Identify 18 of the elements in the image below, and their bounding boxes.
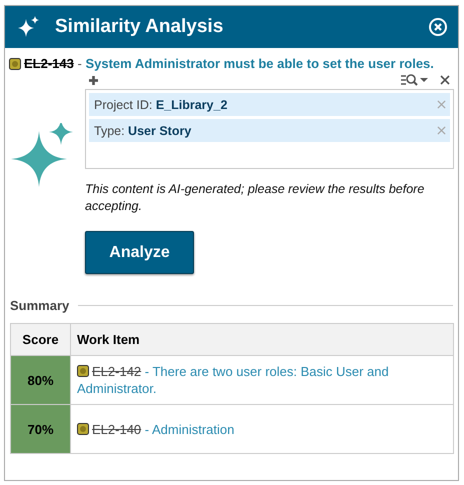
search-filter-icon[interactable] [400, 73, 430, 87]
section-title: Summary [10, 298, 70, 313]
story-icon [77, 422, 89, 434]
story-icon [77, 365, 89, 377]
filter-chip[interactable]: Type: User Story [89, 119, 450, 142]
work-item-title[interactable]: EL2-143 - System Administrator must be able to set the user roles. [24, 56, 434, 71]
analyze-button[interactable]: Analyze [85, 231, 194, 274]
column-header: Score [10, 324, 70, 356]
close-icon[interactable] [428, 17, 448, 37]
score-cell: 80% [10, 356, 70, 404]
filter-chip[interactable]: Project ID: E_Library_2 [89, 93, 450, 116]
disclaimer-text: This content is AI-generated; please review the results before accepting. [85, 181, 426, 215]
window-title: Similarity Analysis [55, 16, 224, 38]
add-icon[interactable] [89, 76, 98, 84]
score-cell: 70% [10, 404, 70, 454]
column-header: Work Item [70, 324, 454, 356]
clear-icon[interactable] [440, 75, 450, 85]
story-icon [9, 58, 21, 70]
